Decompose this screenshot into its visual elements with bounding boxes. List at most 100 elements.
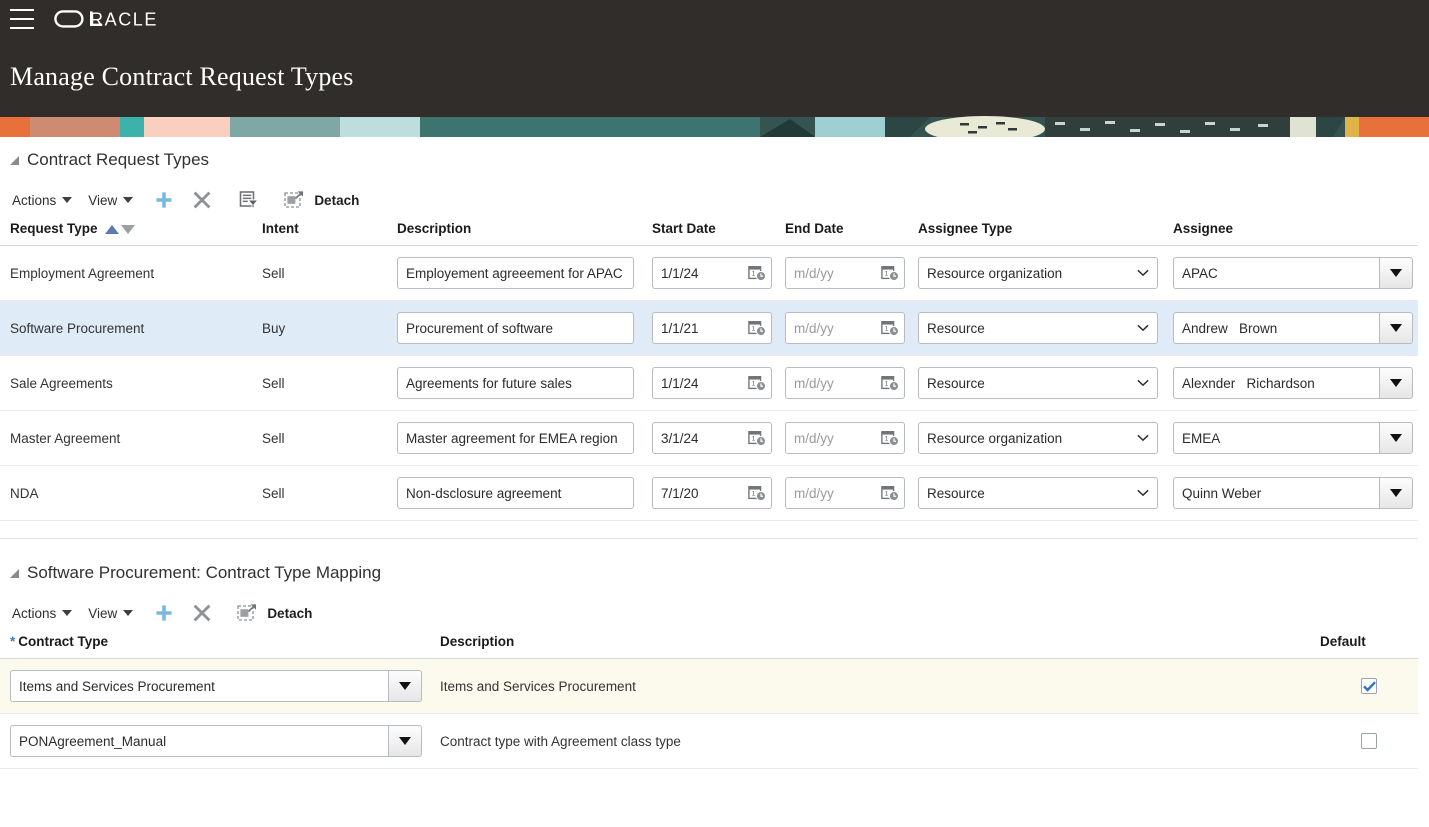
assignee-dropdown-button[interactable] <box>1379 367 1413 399</box>
end-date-input[interactable] <box>785 422 905 454</box>
column-header-end-date[interactable]: End Date <box>785 217 918 246</box>
view-menu-button[interactable]: View <box>88 191 139 210</box>
start-date-input[interactable] <box>652 477 772 509</box>
table-row[interactable]: Employment Agreement Sell 11 <box>0 245 1418 301</box>
chevron-down-icon <box>123 197 134 203</box>
column-header-assignee-type[interactable]: Assignee Type <box>918 217 1173 246</box>
cell-assignee <box>1173 355 1418 411</box>
query-by-example-icon[interactable] <box>234 187 264 213</box>
collapse-toggle-icon[interactable] <box>10 568 19 578</box>
assignee-type-select[interactable] <box>918 477 1158 509</box>
start-date-input[interactable] <box>652 422 772 454</box>
chevron-down-icon <box>62 610 73 616</box>
description-input[interactable] <box>397 312 634 344</box>
plus-icon[interactable] <box>149 600 179 626</box>
end-date-input[interactable] <box>785 312 905 344</box>
section-title: Contract Request Types <box>27 150 210 169</box>
cross-icon[interactable] <box>187 600 217 626</box>
cell-contract-type <box>0 658 440 714</box>
description-input[interactable] <box>397 257 634 289</box>
collapse-toggle-icon[interactable] <box>10 155 19 165</box>
cross-icon[interactable] <box>187 187 217 213</box>
actions-menu-label: Actions <box>12 192 57 208</box>
description-input[interactable] <box>397 477 634 509</box>
assignee-type-select[interactable] <box>918 257 1158 289</box>
column-header-description[interactable]: Description <box>440 630 1320 659</box>
actions-menu-button[interactable]: Actions <box>12 191 78 210</box>
contract-type-dropdown-button[interactable] <box>388 725 422 757</box>
table-row[interactable]: Sale Agreements Sell 11 <box>0 355 1418 411</box>
actions-menu-label: Actions <box>12 605 57 621</box>
table-row[interactable]: Contract type with Agreement class type <box>0 713 1418 769</box>
column-header-request-type[interactable]: Request Type <box>0 217 262 246</box>
table-row[interactable]: Items and Services Procurement <box>0 658 1418 714</box>
plus-icon[interactable] <box>149 187 179 213</box>
end-date-input[interactable] <box>785 367 905 399</box>
sort-descending-icon[interactable] <box>121 224 136 234</box>
assignee-input[interactable] <box>1173 422 1379 454</box>
cell-intent: Sell <box>262 410 397 466</box>
oracle-logo[interactable]: RACLE <box>54 8 174 30</box>
cell-intent: Sell <box>262 465 397 521</box>
request-type-value: Employment Agreement <box>10 265 155 281</box>
main-content: Contract Request Types Actions View Deta… <box>0 137 1429 769</box>
table-header-row: * Contract Type Description Default <box>0 630 1418 659</box>
assignee-type-select[interactable] <box>918 422 1158 454</box>
sort-ascending-icon[interactable] <box>105 224 120 234</box>
assignee-dropdown-button[interactable] <box>1379 257 1413 289</box>
cell-end-date: 1 <box>785 355 918 411</box>
assignee-dropdown-button[interactable] <box>1379 422 1413 454</box>
cell-assignee <box>1173 465 1418 521</box>
end-date-input[interactable] <box>785 257 905 289</box>
svg-text:RACLE: RACLE <box>90 10 158 30</box>
assignee-input[interactable] <box>1173 367 1379 399</box>
description-input[interactable] <box>397 422 634 454</box>
assignee-type-select[interactable] <box>918 367 1158 399</box>
assignee-dropdown-button[interactable] <box>1379 312 1413 344</box>
contract-type-input[interactable] <box>10 670 388 702</box>
cell-request-type: Employment Agreement <box>0 245 262 301</box>
end-date-input[interactable] <box>785 477 905 509</box>
table-row[interactable]: NDA Sell 11 <box>0 465 1418 521</box>
cell-request-type: Sale Agreements <box>0 355 262 411</box>
table-body: Employment AgreementSell11Software Procu… <box>0 245 1418 521</box>
cell-default <box>1320 713 1418 769</box>
request-type-value: Software Procurement <box>10 320 145 336</box>
view-menu-button[interactable]: View <box>88 604 139 623</box>
detach-icon[interactable] <box>234 600 260 626</box>
assignee-input[interactable] <box>1173 477 1379 509</box>
description-value: Contract type with Agreement class type <box>440 733 681 749</box>
hamburger-menu-icon[interactable] <box>10 9 34 29</box>
cell-assignee-type <box>918 465 1173 521</box>
detach-label[interactable]: Detach <box>314 193 359 208</box>
cell-assignee-type <box>918 410 1173 466</box>
detach-icon[interactable] <box>281 187 307 213</box>
start-date-input[interactable] <box>652 257 772 289</box>
default-checkbox[interactable] <box>1361 733 1377 749</box>
description-input[interactable] <box>397 367 634 399</box>
column-header-assignee[interactable]: Assignee <box>1173 217 1418 246</box>
assignee-type-select[interactable] <box>918 312 1158 344</box>
start-date-input[interactable] <box>652 367 772 399</box>
toolbar-contract-request-types: Actions View Detach <box>0 183 1429 217</box>
column-header-start-date[interactable]: Start Date <box>652 217 785 246</box>
assignee-input[interactable] <box>1173 312 1379 344</box>
view-menu-label: View <box>88 192 118 208</box>
default-checkbox[interactable] <box>1361 678 1377 694</box>
request-type-value: Sale Agreements <box>10 375 113 391</box>
table-row[interactable]: Software Procurement Buy 11 <box>0 300 1418 356</box>
column-header-description[interactable]: Description <box>397 217 652 246</box>
actions-menu-button[interactable]: Actions <box>12 604 78 623</box>
detach-label[interactable]: Detach <box>267 606 312 621</box>
contract-type-dropdown-button[interactable] <box>388 670 422 702</box>
assignee-dropdown-button[interactable] <box>1379 477 1413 509</box>
table-row[interactable]: Master Agreement Sell 11 <box>0 410 1418 466</box>
hamburger-bar <box>10 18 34 20</box>
assignee-input[interactable] <box>1173 257 1379 289</box>
column-header-default[interactable]: Default <box>1320 630 1418 659</box>
contract-type-input[interactable] <box>10 725 388 757</box>
column-header-contract-type[interactable]: * Contract Type <box>0 630 440 659</box>
column-header-intent[interactable]: Intent <box>262 217 397 246</box>
start-date-input[interactable] <box>652 312 772 344</box>
